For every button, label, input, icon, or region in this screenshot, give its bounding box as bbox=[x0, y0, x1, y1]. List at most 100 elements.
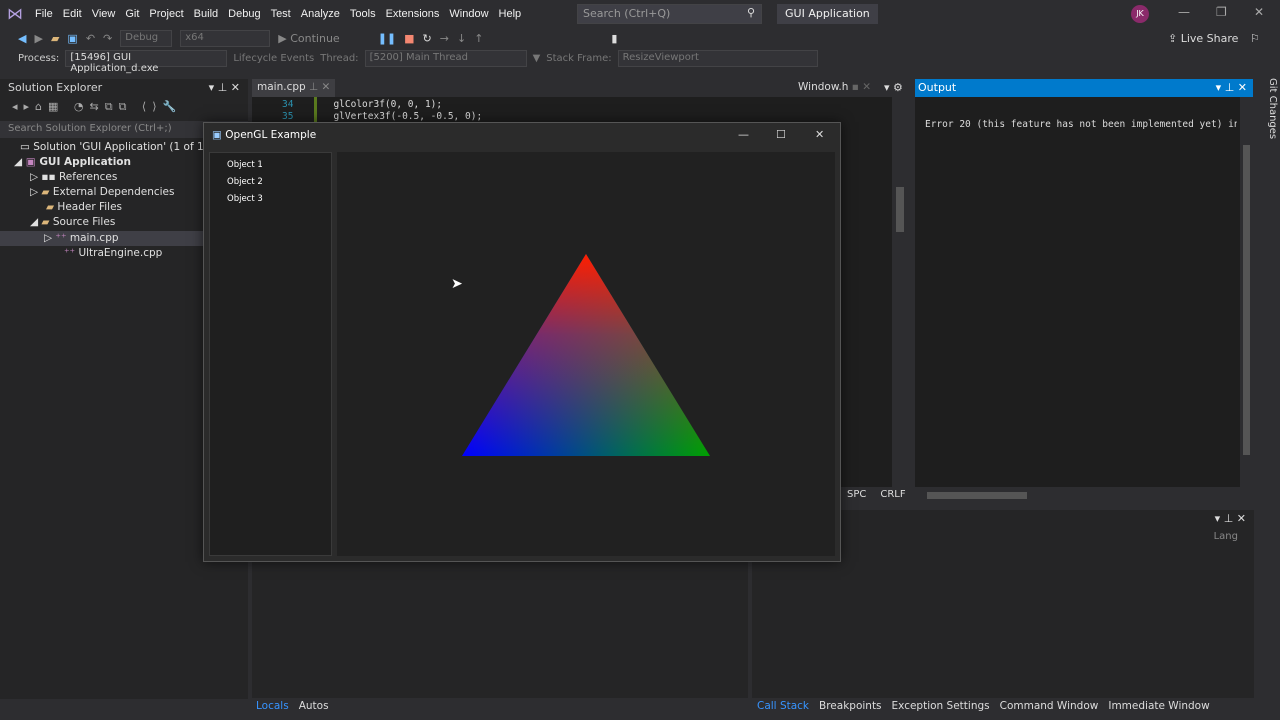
tab-exception-settings[interactable]: Exception Settings bbox=[892, 700, 990, 712]
tree-label: Header Files bbox=[57, 201, 123, 213]
tree-label: UltraEngine.cpp bbox=[78, 247, 163, 259]
live-share-label: Live Share bbox=[1180, 32, 1239, 45]
menu-test[interactable]: Test bbox=[266, 8, 296, 20]
editor-status: SPC CRLF bbox=[840, 489, 912, 505]
filter-icon[interactable]: ▼ bbox=[533, 53, 541, 64]
live-share-button[interactable]: ⇪ Live Share bbox=[1168, 32, 1238, 45]
menu-git[interactable]: Git bbox=[120, 8, 144, 20]
continue-label: Continue bbox=[290, 31, 340, 45]
menu-extensions[interactable]: Extensions bbox=[381, 8, 445, 20]
tab-label: Window.h bbox=[798, 81, 849, 93]
process-dropdown[interactable]: [15496] GUI Application_d.exe bbox=[65, 49, 228, 74]
undo-icon[interactable]: ↶ bbox=[86, 32, 95, 45]
menu-window[interactable]: Window bbox=[444, 8, 493, 20]
gl-close-icon[interactable]: ✕ bbox=[815, 128, 824, 141]
object-list-item[interactable]: Object 3 bbox=[227, 191, 331, 208]
platform-dropdown[interactable]: x64 bbox=[180, 29, 271, 47]
open-folder-icon[interactable]: ▰ bbox=[51, 32, 59, 45]
menu-project[interactable]: Project bbox=[144, 8, 188, 20]
opengl-window[interactable]: ▣ OpenGL Example — ☐ ✕ Object 1 Object 2… bbox=[203, 122, 841, 562]
thread-label: Thread: bbox=[320, 52, 359, 64]
menu-analyze[interactable]: Analyze bbox=[296, 8, 345, 20]
object-list[interactable]: Object 1 Object 2 Object 3 bbox=[209, 152, 332, 556]
gl-maximize-icon[interactable]: ☐ bbox=[776, 128, 786, 141]
app-title: GUI Application bbox=[777, 4, 878, 24]
redo-icon[interactable]: ↷ bbox=[103, 32, 112, 45]
tab-breakpoints[interactable]: Breakpoints bbox=[819, 700, 882, 712]
restore-icon[interactable]: ❐ bbox=[1216, 5, 1227, 19]
output-text: Error 20 (this feature has not been impl… bbox=[925, 119, 1237, 130]
thread-dropdown[interactable]: [5200] Main Thread bbox=[364, 49, 527, 67]
locals-panel bbox=[252, 562, 748, 698]
continue-button[interactable]: ▶ Continue bbox=[278, 32, 339, 45]
save-icon[interactable]: ▣ bbox=[67, 32, 77, 45]
minimize-icon[interactable]: — bbox=[1178, 5, 1190, 19]
stack-frame-label: Stack Frame: bbox=[546, 52, 612, 64]
output-vscrollbar[interactable] bbox=[1240, 97, 1253, 487]
settings-icon[interactable]: ▾ ⚙ bbox=[884, 81, 903, 94]
pause-icon[interactable]: ❚❚ bbox=[378, 32, 396, 45]
search-placeholder: Search (Ctrl+Q) bbox=[583, 7, 671, 20]
step-into-icon[interactable]: ↓ bbox=[457, 32, 466, 45]
avatar[interactable]: JK bbox=[1131, 5, 1149, 23]
stop-icon[interactable]: ■ bbox=[404, 32, 414, 45]
lifecycle-events-button[interactable]: Lifecycle Events bbox=[233, 53, 314, 64]
output-close-icon[interactable]: ▾ ⊥ ✕ bbox=[1216, 81, 1247, 94]
code-text: glVertex3f(-0.5, -0.5, 0); bbox=[333, 111, 483, 122]
menu-edit[interactable]: Edit bbox=[58, 8, 87, 20]
tree-label: Source Files bbox=[52, 216, 116, 228]
search-input[interactable]: Search (Ctrl+Q) ⚲ bbox=[577, 4, 762, 24]
close-icon[interactable]: ✕ bbox=[1254, 5, 1264, 19]
menu-debug[interactable]: Debug bbox=[223, 8, 265, 20]
restart-icon[interactable]: ↻ bbox=[423, 32, 432, 45]
config-dropdown[interactable]: Debug bbox=[120, 29, 173, 47]
tab-label: main.cpp bbox=[257, 81, 306, 93]
git-changes-tab[interactable]: Git Changes bbox=[1258, 78, 1278, 139]
object-list-item[interactable]: Object 2 bbox=[227, 174, 331, 191]
tab-immediate-window[interactable]: Immediate Window bbox=[1108, 700, 1209, 712]
solution-explorer-toolbar[interactable]: ◂▸⌂▦ ◔⇆⧉⧉ ⟨⟩🔧 bbox=[12, 100, 182, 114]
step-out-icon[interactable]: ↑ bbox=[474, 32, 483, 45]
bottom-left-tabs: Locals Autos bbox=[256, 700, 339, 712]
language-column[interactable]: Lang bbox=[1214, 531, 1238, 542]
object-list-item[interactable]: Object 1 bbox=[227, 157, 331, 174]
menu-file[interactable]: File bbox=[30, 8, 58, 20]
output-panel[interactable]: Error 20 (this feature has not been impl… bbox=[915, 97, 1240, 487]
output-header: Output ▾ ⊥ ✕ bbox=[915, 79, 1253, 97]
bookmark-icon[interactable]: ▮ bbox=[611, 32, 617, 45]
editor-scrollbar[interactable] bbox=[893, 97, 907, 487]
tab-call-stack[interactable]: Call Stack bbox=[757, 700, 809, 712]
toolbar: ◀ ▶ ▰ ▣ ↶ ↷ Debug x64 ▶ Continue ❚❚ ■ ↻ … bbox=[0, 28, 1280, 48]
menu-view[interactable]: View bbox=[87, 8, 121, 20]
gl-minimize-icon[interactable]: — bbox=[738, 128, 749, 141]
visual-studio-logo-icon: ⋈ bbox=[7, 5, 23, 23]
tab-locals[interactable]: Locals bbox=[256, 700, 289, 712]
tab-main-cpp[interactable]: main.cpp ⊥ ✕ bbox=[252, 79, 336, 97]
line-ending-status[interactable]: CRLF bbox=[880, 489, 905, 500]
close-panel-icon[interactable]: ▾ ⊥ ✕ bbox=[209, 81, 240, 94]
feedback-icon[interactable]: ⚐ bbox=[1250, 32, 1260, 45]
opengl-title: OpenGL Example bbox=[225, 129, 317, 141]
tree-label: External Dependencies bbox=[52, 186, 175, 198]
tab-command-window[interactable]: Command Window bbox=[1000, 700, 1099, 712]
line-number: 35 bbox=[282, 111, 294, 122]
indent-status[interactable]: SPC bbox=[847, 489, 866, 500]
window-icon: ▣ bbox=[212, 129, 222, 141]
menu-help[interactable]: Help bbox=[494, 8, 527, 20]
forward-icon[interactable]: ▶ bbox=[34, 32, 42, 45]
stack-frame-dropdown[interactable]: ResizeViewport bbox=[617, 49, 818, 67]
bottom-right-tabs: Call Stack Breakpoints Exception Setting… bbox=[757, 700, 1220, 712]
editor-tabs: main.cpp ⊥ ✕ Window.h ▪ ✕ ▾ ⚙ bbox=[252, 79, 912, 97]
tab-window-h[interactable]: Window.h ▪ ✕ bbox=[798, 81, 871, 93]
output-title: Output bbox=[918, 81, 957, 94]
back-icon[interactable]: ◀ bbox=[18, 32, 26, 45]
step-over-icon[interactable]: → bbox=[440, 32, 449, 45]
tab-autos[interactable]: Autos bbox=[299, 700, 329, 712]
debug-location-bar: Process: [15496] GUI Application_d.exe L… bbox=[0, 49, 880, 74]
tree-label: GUI Application bbox=[39, 156, 131, 168]
panel-close-icon[interactable]: ▾ ⊥ ✕ bbox=[1215, 512, 1246, 525]
tree-label: References bbox=[58, 171, 118, 183]
menu-build[interactable]: Build bbox=[189, 8, 223, 20]
menu-tools[interactable]: Tools bbox=[345, 8, 381, 20]
output-hscrollbar[interactable] bbox=[915, 489, 1240, 503]
